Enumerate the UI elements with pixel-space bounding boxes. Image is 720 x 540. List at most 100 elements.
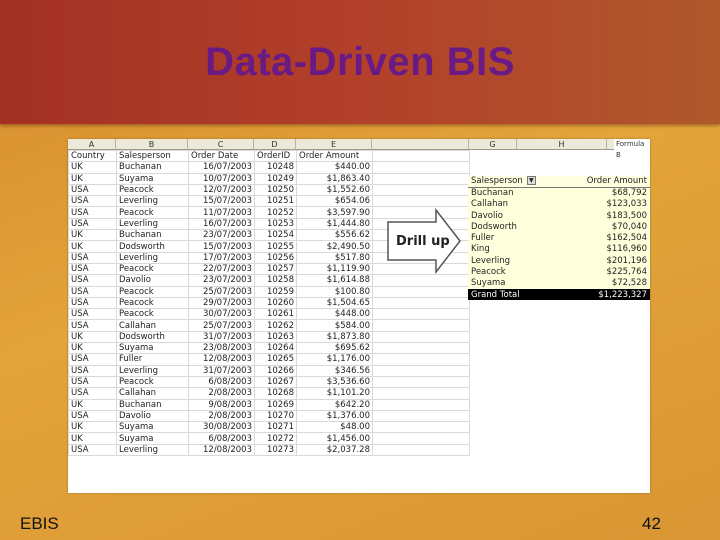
table-cell: UK — [68, 161, 117, 174]
table-cell: 2/08/2003 — [188, 387, 255, 400]
table-cell: UK — [68, 172, 117, 185]
table-row: USA Davolio 2/08/2003 10270 $1,376.00 — [68, 409, 470, 423]
table-cell: UK — [68, 342, 117, 355]
table-cell: UK — [68, 240, 117, 253]
table-cell: 10256 — [254, 251, 297, 264]
empty-cell — [372, 432, 470, 445]
dropdown-arrow-icon[interactable]: ▼ — [526, 176, 536, 186]
pivot-row: Leverling $201,196 — [468, 255, 650, 267]
table-cell: UK — [68, 432, 117, 445]
table-cell: 30/08/2003 — [188, 421, 255, 434]
table-cell: 10259 — [254, 285, 297, 298]
table-cell: 10268 — [254, 387, 297, 400]
pivot-row: Callahan $123,033 — [468, 198, 650, 210]
table-cell: USA — [68, 308, 117, 321]
table-cell: $346.56 — [296, 364, 373, 377]
empty-cell — [372, 398, 470, 411]
table-cell: Buchanan — [116, 229, 189, 242]
table-cell: Fuller — [116, 353, 189, 366]
table-cell: 10263 — [254, 330, 297, 344]
table-cell: 10255 — [254, 240, 297, 253]
table-cell: 10249 — [254, 172, 297, 185]
table-cell: Peacock — [116, 296, 189, 310]
pivot-amount: $201,196 — [560, 255, 650, 267]
column-letter: A — [68, 139, 116, 150]
table-cell: 12/07/2003 — [188, 183, 255, 197]
empty-cell — [372, 364, 470, 377]
table-cell: USA — [68, 285, 117, 298]
pivot-row: Suyama $72,528 — [468, 277, 650, 289]
pivot-grand-total-row: Grand Total $1,223,327 — [468, 288, 650, 301]
table-cell: 29/07/2003 — [188, 296, 255, 310]
table-cell: 22/07/2003 — [188, 262, 255, 276]
table-row: UK Suyama 23/08/2003 10264 $695.62 — [68, 342, 470, 355]
table-cell: $695.62 — [296, 342, 373, 355]
table-cell: 10261 — [254, 308, 297, 321]
table-cell: $1,176.00 — [296, 353, 373, 366]
column-header: Order Amount — [296, 149, 373, 163]
table-cell: 12/08/2003 — [188, 353, 255, 366]
table-cell: $3,597.90 — [296, 206, 373, 219]
table-row: USA Peacock 30/07/2003 10261 $448.00 — [68, 308, 470, 321]
table-cell: 16/07/2003 — [188, 217, 255, 231]
table-cell: 10271 — [254, 421, 297, 434]
table-cell: USA — [68, 251, 117, 264]
empty-cell — [372, 421, 470, 434]
pivot-amount: $70,040 — [560, 221, 650, 233]
table-cell: USA — [68, 183, 117, 197]
table-cell: Peacock — [116, 206, 189, 219]
table-cell: 9/08/2003 — [188, 398, 255, 411]
pivot-amount: $183,500 — [560, 209, 650, 222]
pivot-row: Buchanan $68,792 — [468, 187, 650, 199]
table-row: UK Buchanan 16/07/2003 10248 $440.00 — [68, 161, 470, 174]
pivot-row: Peacock $225,764 — [468, 266, 650, 278]
table-cell: UK — [68, 398, 117, 411]
table-cell: 10257 — [254, 262, 297, 276]
table-cell: Leverling — [116, 195, 189, 208]
table-cell: USA — [68, 206, 117, 219]
grand-total-label: Grand Total — [468, 288, 560, 301]
table-cell: 10251 — [254, 195, 297, 208]
pivot-amount: $162,504 — [560, 232, 650, 244]
empty-cell — [372, 296, 470, 310]
drill-up-label: Drill up — [396, 234, 450, 249]
table-row: UK Suyama 10/07/2003 10249 $1,863.40 — [68, 172, 470, 185]
table-cell: Peacock — [116, 375, 189, 389]
table-cell: 10250 — [254, 183, 297, 197]
column-letter: B — [116, 139, 188, 150]
column-letter — [372, 139, 469, 150]
table-cell: 16/07/2003 — [188, 161, 255, 174]
table-cell: Callahan — [116, 387, 189, 400]
empty-cell — [372, 308, 470, 321]
pivot-header-row: Salesperson ▼ Order Amount — [468, 176, 650, 188]
pivot-salesperson: King — [468, 243, 560, 256]
table-cell: $654.06 — [296, 195, 373, 208]
data-table: Country Salesperson Order Date OrderID Order… — [68, 149, 470, 457]
table-cell: 10258 — [254, 274, 297, 287]
table-cell: Suyama — [116, 432, 189, 445]
table-cell: Callahan — [116, 319, 189, 332]
column-header: Country — [68, 149, 117, 163]
empty-cell — [372, 342, 470, 355]
table-cell: USA — [68, 364, 117, 377]
table-cell: Leverling — [116, 364, 189, 377]
table-cell: 31/07/2003 — [188, 364, 255, 377]
empty-cell — [372, 161, 470, 174]
table-row: USA Peacock 6/08/2003 10267 $3,536.60 — [68, 375, 470, 389]
empty-cell — [372, 183, 470, 197]
table-cell: 10273 — [254, 443, 297, 457]
table-cell: $448.00 — [296, 308, 373, 321]
pivot-salesperson: Suyama — [468, 277, 560, 289]
table-row: UK Suyama 6/08/2003 10272 $1,456.00 — [68, 432, 470, 445]
table-cell: $1,444.80 — [296, 217, 373, 231]
empty-cell — [372, 387, 470, 400]
table-cell: 10/07/2003 — [188, 172, 255, 185]
column-letter: G — [469, 139, 517, 150]
table-cell: $440.00 — [296, 161, 373, 174]
pivot-amount: $68,792 — [560, 187, 650, 199]
formula-note: Formula B — [614, 139, 650, 161]
table-cell: $1,456.00 — [296, 432, 373, 445]
column-header: OrderID — [254, 149, 297, 163]
pivot-row-field[interactable]: Salesperson ▼ — [468, 176, 560, 188]
table-cell: Davolio — [116, 409, 189, 423]
